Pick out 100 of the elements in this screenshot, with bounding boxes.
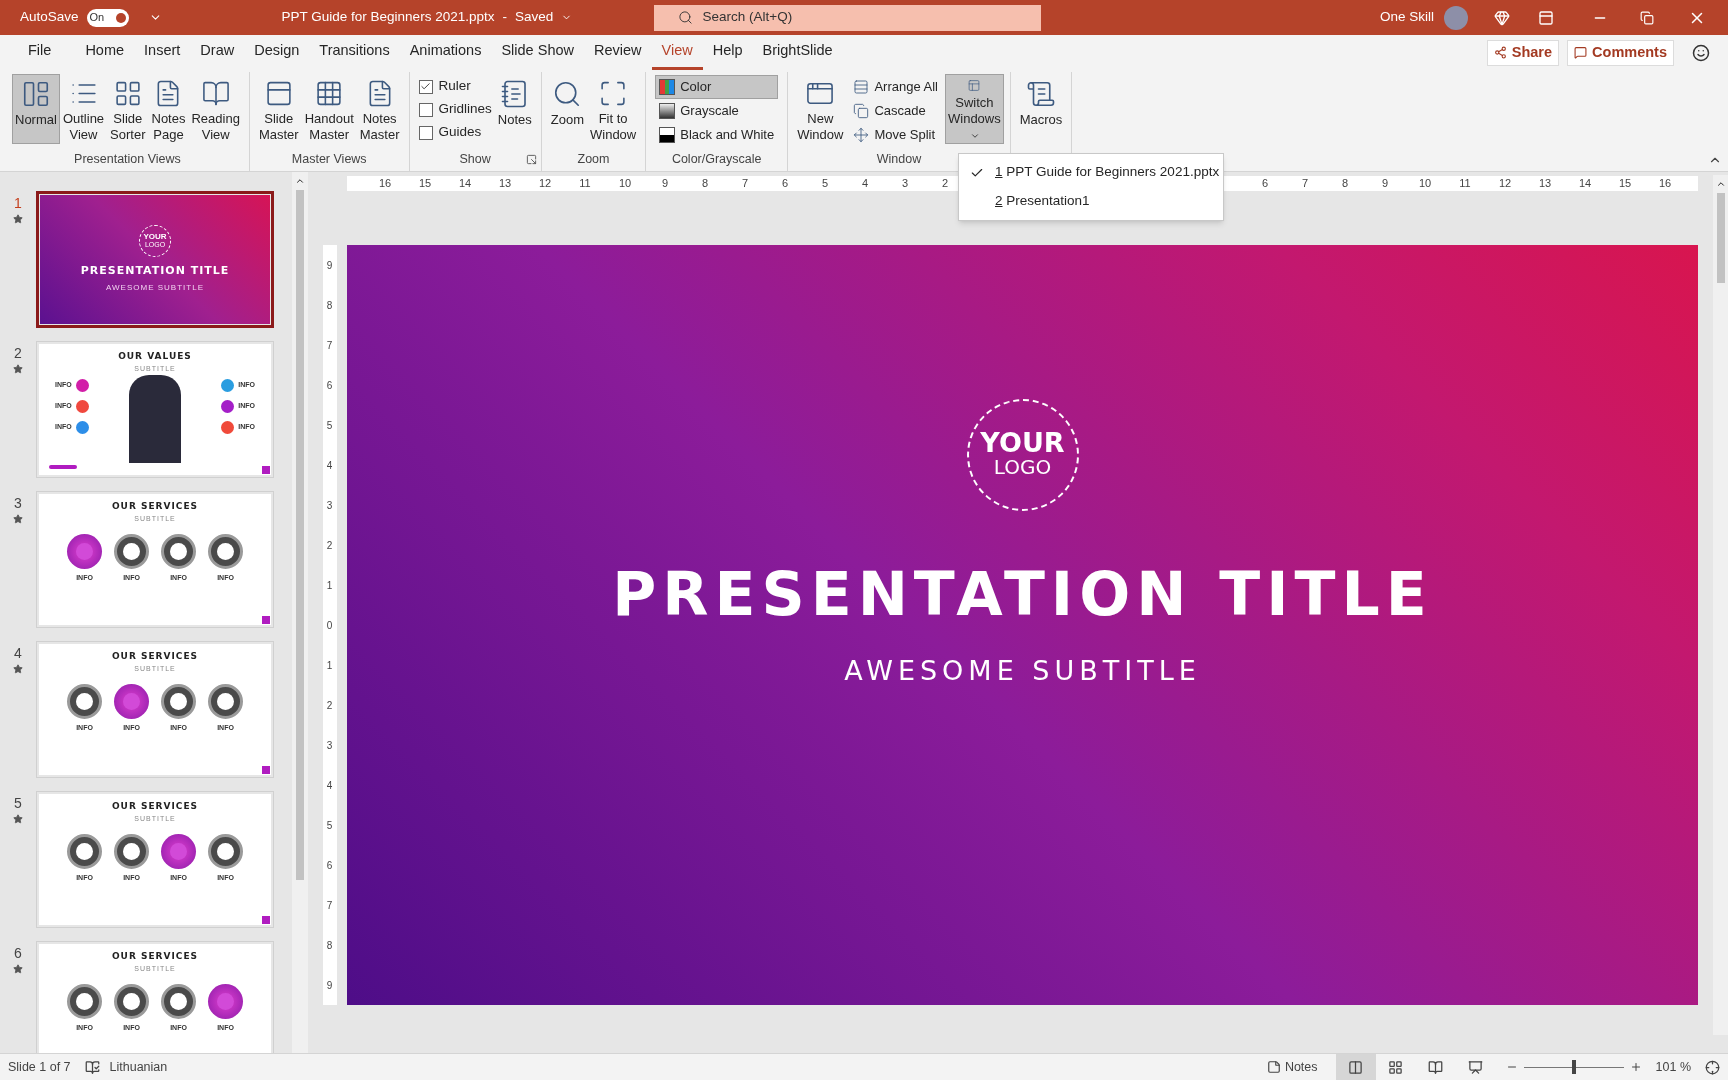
- ribbon-button[interactable]: Zoom: [547, 74, 587, 144]
- star-icon: [13, 964, 23, 974]
- ribbon-button[interactable]: Fit to Window: [587, 74, 640, 144]
- ribbon-small-button[interactable]: Color: [655, 75, 779, 99]
- share-button[interactable]: Share: [1486, 39, 1560, 66]
- thumbnail-title: OUR SERVICES: [111, 800, 199, 813]
- ribbon-button[interactable]: Normal: [12, 74, 60, 144]
- ribbon-button[interactable]: Handout Master: [301, 74, 357, 144]
- checkbox[interactable]: [418, 79, 433, 94]
- slide-number: 2: [14, 344, 22, 363]
- notes-button[interactable]: Notes: [1266, 1057, 1318, 1077]
- ribbon-button[interactable]: Outline View: [59, 74, 108, 144]
- ribbon-group-label: Presentation Views: [74, 150, 181, 168]
- scrollbar[interactable]: [292, 172, 308, 1053]
- move-split-icon: [853, 127, 870, 143]
- smiley-icon[interactable]: [1692, 43, 1710, 62]
- autosave-toggle[interactable]: On: [86, 8, 129, 27]
- ribbon-small-button[interactable]: Grayscale: [655, 99, 779, 123]
- presentation-icon: [1468, 1059, 1484, 1075]
- ribbon-button[interactable]: New Window: [794, 74, 847, 144]
- ribbon-small-button[interactable]: Move Split: [849, 123, 942, 147]
- book-icon: [1428, 1059, 1444, 1075]
- ribbon-checkbox[interactable]: Guides: [418, 121, 492, 144]
- star-icon: [13, 814, 23, 824]
- ribbon-small-button[interactable]: Arrange All: [849, 75, 942, 99]
- ribbon-button[interactable]: Switch Windows: [945, 74, 1004, 144]
- ribbon-tab[interactable]: Help: [702, 35, 753, 70]
- contrast-swatch-icon: [659, 127, 676, 143]
- scroll-up-icon[interactable]: [1715, 179, 1726, 189]
- cascade-icon: [853, 103, 870, 119]
- ribbon-tab[interactable]: BrightSlide: [752, 35, 843, 70]
- search-icon: [677, 10, 693, 25]
- ribbon-tab[interactable]: Home: [75, 35, 135, 70]
- user-name: One Skill: [1379, 8, 1434, 27]
- slide-subtitle: AWESOME SUBTITLE: [844, 654, 1201, 688]
- save-status[interactable]: Saved: [514, 7, 554, 28]
- ribbon-button[interactable]: Slide Sorter: [107, 74, 149, 144]
- scroll-thumb[interactable]: [1716, 193, 1725, 283]
- ribbon-button[interactable]: Notes Master: [356, 74, 403, 144]
- ribbon-tab[interactable]: Slide Show: [491, 35, 584, 70]
- comment-icon: [1574, 46, 1588, 59]
- normal-view-icon: [1348, 1059, 1364, 1075]
- ribbon-group-label: Window: [876, 150, 922, 168]
- ribbon-tab[interactable]: Review: [584, 35, 652, 70]
- ribbon-button[interactable]: Macros: [1016, 74, 1066, 144]
- ribbon-button[interactable]: Notes Page: [148, 74, 189, 144]
- gradient-swatch-icon: [659, 103, 676, 119]
- notes-icon: [1266, 1060, 1281, 1074]
- slide-number: 6: [14, 944, 22, 963]
- restore-icon[interactable]: [1640, 10, 1654, 25]
- search-field[interactable]: Search (Alt+Q): [653, 4, 1041, 31]
- star-icon: [13, 364, 23, 374]
- zoom-in-icon[interactable]: [1629, 1061, 1642, 1073]
- diamond-icon[interactable]: [1494, 9, 1510, 26]
- ribbon-tab[interactable]: Transitions: [309, 35, 400, 70]
- page-marker: [262, 466, 270, 474]
- ribbon-tab[interactable]: File: [18, 35, 62, 70]
- ribbon-small-button[interactable]: Cascade: [849, 99, 942, 123]
- autosave-label: AutoSave: [20, 8, 79, 27]
- ribbon-button[interactable]: Notes: [494, 74, 535, 144]
- ribbon-small-button[interactable]: Black and White: [655, 123, 779, 147]
- slide-number: 1: [14, 194, 22, 213]
- star-icon: [13, 214, 23, 224]
- zoom-slider-thumb[interactable]: [1571, 1060, 1576, 1074]
- ribbon-tab[interactable]: Design: [244, 35, 310, 70]
- comments-button[interactable]: Comments: [1567, 39, 1674, 66]
- ribbon-checkbox[interactable]: Gridlines: [418, 98, 492, 121]
- ribbon-button[interactable]: Slide Master: [255, 74, 302, 144]
- page-marker: [262, 766, 270, 774]
- ribbon-tab[interactable]: Insert: [134, 35, 191, 70]
- page-marker: [262, 916, 270, 924]
- scroll-up-icon[interactable]: [295, 176, 305, 186]
- page-marker: [262, 616, 270, 624]
- spelling-icon[interactable]: [84, 1059, 100, 1075]
- ribbon-group-label: Color/Grayscale: [671, 150, 762, 168]
- slide-counter: Slide 1 of 7: [8, 1058, 71, 1076]
- stripes-swatch-icon: [659, 79, 676, 95]
- logo-text: LOGO: [993, 455, 1052, 479]
- ribbon-checkbox[interactable]: Ruler: [418, 75, 492, 98]
- ribbon-button[interactable]: Reading View: [188, 74, 243, 144]
- language-label[interactable]: Lithuanian: [109, 1057, 168, 1077]
- ribbon-display-icon[interactable]: [1538, 9, 1554, 26]
- ribbon-group-label: Show: [459, 150, 491, 168]
- ribbon-tab[interactable]: Draw: [190, 35, 245, 70]
- scrollbar[interactable]: [1713, 175, 1728, 1035]
- document-title: PPT Guide for Beginners 2021.pptx: [281, 8, 495, 27]
- ribbon-group-label: Master Views: [291, 150, 367, 168]
- checkbox[interactable]: [418, 125, 433, 140]
- slide-number: 3: [14, 494, 22, 513]
- thumbnail-title: OUR SERVICES: [111, 650, 199, 663]
- star-icon: [13, 514, 23, 524]
- ribbon-tab[interactable]: Animations: [399, 35, 492, 70]
- scroll-thumb[interactable]: [296, 190, 304, 880]
- zoom-percent[interactable]: 101 %: [1655, 1057, 1691, 1077]
- pill-shape: [49, 465, 77, 469]
- checkbox[interactable]: [418, 102, 433, 117]
- fit-slide-icon[interactable]: [1705, 1059, 1720, 1075]
- view-button[interactable]: [1335, 1054, 1376, 1080]
- vertical-ruler: 9 8 7 6 5 4 3 2 1 0 1 2 3 4 5 6 7 8 9: [322, 245, 337, 1005]
- dialog-launcher-icon[interactable]: [525, 154, 537, 165]
